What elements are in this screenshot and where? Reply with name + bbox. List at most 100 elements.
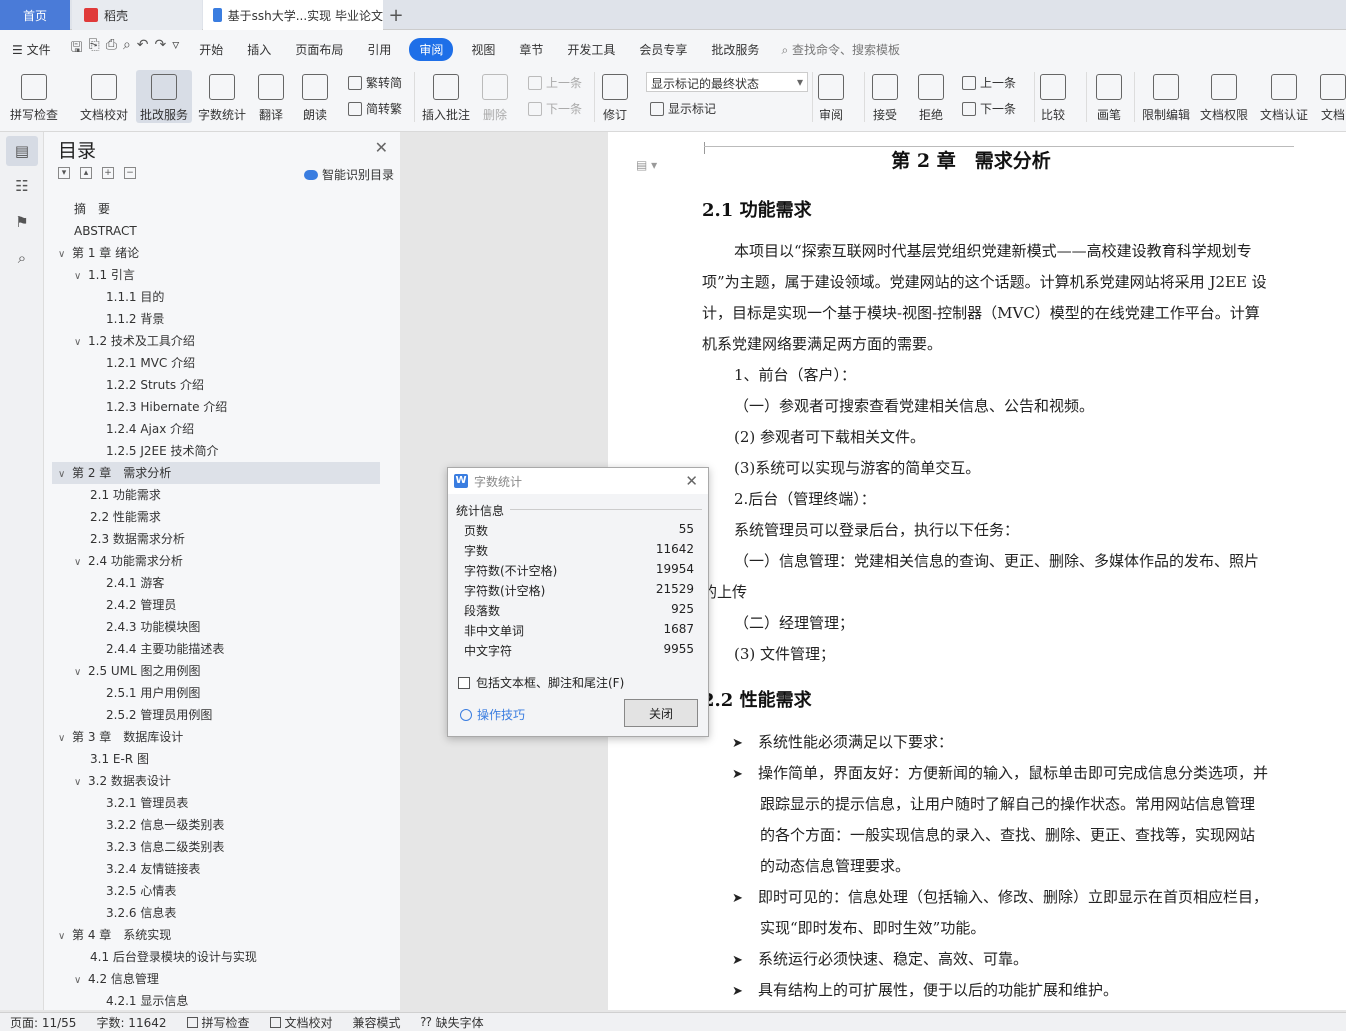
- translate-button[interactable]: 翻译: [258, 70, 284, 123]
- toc-item[interactable]: ∨ 第 2 章 需求分析: [52, 462, 380, 484]
- word-count-indicator[interactable]: 字数: 11642: [86, 1014, 176, 1031]
- save-icon[interactable]: 🖫: [71, 37, 83, 61]
- include-textbox-checkbox[interactable]: 包括文本框、脚注和尾注(F): [458, 674, 624, 691]
- close-button[interactable]: 关闭: [624, 699, 698, 727]
- preview-icon[interactable]: ⌕: [123, 37, 131, 61]
- review-pane-button[interactable]: 审阅: [818, 70, 844, 123]
- bookmark-icon[interactable]: ⚑: [12, 212, 32, 232]
- toc-item[interactable]: 2.2 性能需求: [52, 506, 380, 528]
- chevron-down-icon[interactable]: ∨: [74, 662, 88, 684]
- simp-to-trad-button[interactable]: 简转繁: [348, 100, 402, 117]
- toc-item[interactable]: 2.4.2 管理员: [52, 594, 380, 616]
- close-icon[interactable]: ✕: [685, 472, 698, 490]
- spell-check-button[interactable]: 拼写检查: [10, 70, 58, 123]
- toc-item[interactable]: 4.1 后台登录模块的设计与实现: [52, 946, 380, 968]
- toc-item[interactable]: 2.5.1 用户用例图: [52, 682, 380, 704]
- prev-change-button[interactable]: 上一条: [962, 74, 1016, 91]
- delete-comment-button[interactable]: 删除: [482, 70, 508, 123]
- next-comment-button[interactable]: 下一条: [528, 100, 582, 117]
- doc-permission-button[interactable]: 文档权限: [1200, 70, 1248, 123]
- toc-item[interactable]: 3.2.5 心情表: [52, 880, 380, 902]
- chevron-down-icon[interactable]: ∨: [58, 926, 72, 948]
- toc-item[interactable]: 3.2.1 管理员表: [52, 792, 380, 814]
- chevron-down-icon[interactable]: ∨: [74, 552, 88, 574]
- show-marks-button[interactable]: 显示标记: [650, 100, 716, 117]
- tips-link[interactable]: 操作技巧: [460, 706, 525, 723]
- chevron-down-icon[interactable]: ∨: [58, 464, 72, 486]
- toc-item[interactable]: 1.1.2 背景: [52, 308, 380, 330]
- toc-item[interactable]: 2.5.2 管理员用例图: [52, 704, 380, 726]
- doc-cert-button[interactable]: 文档认证: [1260, 70, 1308, 123]
- word-count-button[interactable]: 字数统计: [198, 70, 246, 123]
- restrict-edit-button[interactable]: 限制编辑: [1142, 70, 1190, 123]
- undo-icon[interactable]: ↶: [137, 37, 149, 61]
- menu-start[interactable]: 开始: [187, 41, 235, 58]
- file-menu[interactable]: ☰ 文件: [0, 41, 63, 58]
- find-icon[interactable]: ⌕: [12, 248, 32, 268]
- menu-chapter[interactable]: 章节: [507, 41, 555, 58]
- toc-item[interactable]: 2.4.1 游客: [52, 572, 380, 594]
- toc-item[interactable]: 2.1 功能需求: [52, 484, 380, 506]
- add-level-icon[interactable]: +: [102, 167, 114, 179]
- insert-comment-button[interactable]: 插入批注: [422, 70, 470, 123]
- toc-item[interactable]: 1.2.5 J2EE 技术简介: [52, 440, 380, 462]
- toc-item[interactable]: 3.1 E-R 图: [52, 748, 380, 770]
- missing-font-button[interactable]: ⁇ 缺失字体: [411, 1014, 494, 1031]
- markup-display-select[interactable]: 显示标记的最终状态: [646, 72, 808, 92]
- menu-review[interactable]: 审阅: [409, 37, 454, 61]
- chevron-down-icon[interactable]: ∨: [74, 266, 88, 288]
- chevron-down-icon[interactable]: ∨: [58, 244, 72, 266]
- pen-button[interactable]: 画笔: [1096, 70, 1122, 123]
- new-tab-button[interactable]: +: [386, 0, 406, 30]
- toc-item[interactable]: 3.2.4 友情链接表: [52, 858, 380, 880]
- toc-item[interactable]: 4.2.1 显示信息: [52, 990, 380, 1012]
- tab-daoke[interactable]: 稻壳: [72, 0, 202, 30]
- toc-item[interactable]: ∨ 3.2 数据表设计: [52, 770, 380, 792]
- menu-layout[interactable]: 页面布局: [283, 41, 355, 58]
- toc-item[interactable]: 3.2.2 信息一级类别表: [52, 814, 380, 836]
- toc-item[interactable]: 3.2.3 信息二级类别表: [52, 836, 380, 858]
- next-change-button[interactable]: 下一条: [962, 100, 1016, 117]
- menu-devtools[interactable]: 开发工具: [555, 41, 627, 58]
- menu-reference[interactable]: 引用: [355, 41, 403, 58]
- tab-home[interactable]: 首页: [0, 0, 70, 30]
- menu-view[interactable]: 视图: [459, 41, 507, 58]
- print-icon[interactable]: ⎙: [106, 37, 117, 61]
- spell-check-toggle[interactable]: 拼写检查: [177, 1014, 260, 1031]
- chevron-down-icon[interactable]: ∨: [58, 728, 72, 750]
- toc-item[interactable]: ∨ 第 1 章 绪论: [52, 242, 380, 264]
- document-page[interactable]: ▤ ▾ 第 2 章 需求分析 2.1 功能需求 本项目以“探索互联网时代基层党组…: [608, 132, 1346, 1010]
- outline-icon[interactable]: ☷: [12, 176, 32, 196]
- menu-member[interactable]: 会员专享: [627, 41, 699, 58]
- toc-item[interactable]: ∨ 第 3 章 数据库设计: [52, 726, 380, 748]
- toc-item[interactable]: 摘 要: [52, 198, 380, 220]
- smart-toc-button[interactable]: 智能识别目录: [303, 166, 394, 183]
- remove-level-icon[interactable]: −: [124, 167, 136, 179]
- toc-item[interactable]: 1.2.4 Ajax 介绍: [52, 418, 380, 440]
- toc-item[interactable]: 1.2.1 MVC 介绍: [52, 352, 380, 374]
- toc-item[interactable]: 3.2.6 信息表: [52, 902, 380, 924]
- trad-to-simp-button[interactable]: 繁转简: [348, 74, 402, 91]
- prev-comment-button[interactable]: 上一条: [528, 74, 582, 91]
- expand-all-icon[interactable]: ▴: [80, 167, 92, 179]
- export-icon[interactable]: ⎘: [89, 37, 100, 61]
- toc-item[interactable]: ∨ 2.5 UML 图之用例图: [52, 660, 380, 682]
- chevron-down-icon[interactable]: ∨: [74, 970, 88, 992]
- dialog-titlebar[interactable]: W 字数统计: [448, 468, 708, 494]
- accept-button[interactable]: 接受: [872, 70, 898, 123]
- toc-item[interactable]: ∨ 2.4 功能需求分析: [52, 550, 380, 572]
- compare-button[interactable]: 比较: [1040, 70, 1066, 123]
- toc-item[interactable]: 1.1.1 目的: [52, 286, 380, 308]
- more-icon[interactable]: ▿: [172, 37, 179, 61]
- toc-item[interactable]: 2.4.3 功能模块图: [52, 616, 380, 638]
- close-icon[interactable]: ✕: [375, 138, 388, 157]
- toc-item[interactable]: 1.2.2 Struts 介绍: [52, 374, 380, 396]
- revise-service-button[interactable]: 批改服务: [136, 70, 192, 123]
- toc-panel-icon[interactable]: ▤: [6, 136, 38, 166]
- tab-document[interactable]: 基于ssh大学...实现 毕业论文: [203, 0, 383, 30]
- track-changes-button[interactable]: 修订: [602, 70, 628, 123]
- command-search[interactable]: ⌕ 查找命令、搜索模板: [781, 41, 900, 58]
- toc-item[interactable]: 1.2.3 Hibernate 介绍: [52, 396, 380, 418]
- chevron-down-icon[interactable]: ∨: [74, 772, 88, 794]
- toc-item[interactable]: ∨ 1.1 引言: [52, 264, 380, 286]
